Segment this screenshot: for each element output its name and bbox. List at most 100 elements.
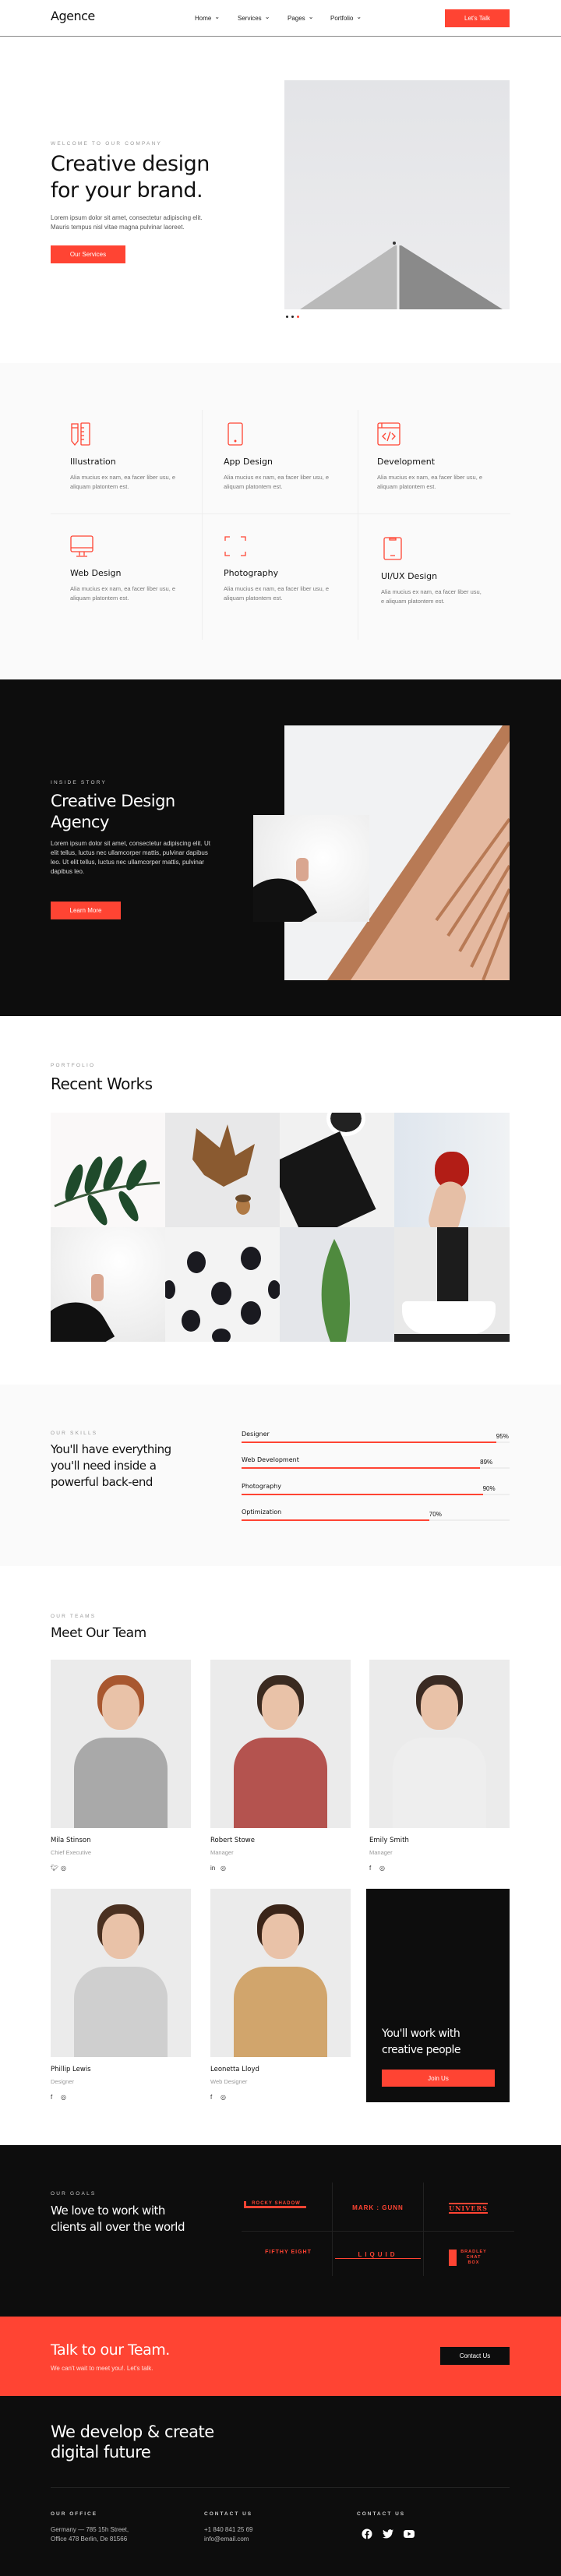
office-label: OUR OFFICE <box>51 2511 98 2517</box>
skill-progress-bar <box>242 1519 510 1521</box>
client-logo-bradley: BRADLEY CHAT BOX <box>449 2250 488 2266</box>
nav-home[interactable]: Home <box>195 15 220 22</box>
contact-info: +1 840 841 25 69 info@email.com <box>204 2525 253 2544</box>
phone-link[interactable]: +1 840 841 25 69 <box>204 2525 253 2535</box>
portfolio-item-autumn-leaf[interactable] <box>165 1113 280 1227</box>
email-link[interactable]: info@email.com <box>204 2535 253 2544</box>
hero-eyebrow: WELCOME TO OUR COMPANY <box>51 141 163 146</box>
portfolio-item-apple[interactable] <box>394 1113 510 1227</box>
skill-percent: 95% <box>496 1433 509 1440</box>
facebook-icon[interactable]: f <box>210 2094 212 2101</box>
footer-title-line1: We develop & create <box>51 2422 214 2441</box>
skills-section: OUR SKILLS You'll have everything you'll… <box>0 1385 561 1566</box>
instagram-icon[interactable]: ◎ <box>221 1865 226 1872</box>
team-member-role: Chief Executive <box>51 1849 92 1856</box>
client-logo-mark-gunn: MARK : GUNN <box>352 2204 404 2211</box>
portfolio-item-blackberries[interactable] <box>165 1227 280 1342</box>
team-member-photo <box>51 1660 191 1828</box>
instagram-icon[interactable]: ◎ <box>61 2094 66 2101</box>
story-image-hand <box>253 815 369 922</box>
lets-talk-button[interactable]: Let's Talk <box>445 9 510 27</box>
portfolio-item-hand-pen[interactable] <box>51 1227 165 1342</box>
skill-percent: 89% <box>480 1459 493 1466</box>
nav-services[interactable]: Services <box>238 15 270 22</box>
skill-progress-fill <box>242 1467 481 1469</box>
nav-pages[interactable]: Pages <box>288 15 313 22</box>
facebook-icon[interactable]: f <box>369 1865 371 1872</box>
team-member-role: Manager <box>369 1849 393 1856</box>
team-member-role: Manager <box>210 1849 234 1856</box>
contact-label: CONTACT US <box>204 2511 253 2517</box>
story-title-line1: Creative Design <box>51 792 175 810</box>
focus-frame-icon <box>224 536 246 556</box>
skills-title: You'll have everything you'll need insid… <box>51 1442 171 1491</box>
service-title: Illustration <box>70 457 116 467</box>
cta-title: Talk to our Team. <box>51 2341 170 2359</box>
our-services-button[interactable]: Our Services <box>51 245 125 263</box>
skill-label: Photography <box>242 1483 281 1490</box>
skill-progress-bar <box>242 1442 510 1443</box>
portfolio-item-green-leaf[interactable] <box>280 1227 394 1342</box>
pencil-ruler-icon <box>71 422 90 446</box>
slider-dot[interactable] <box>286 316 288 318</box>
skill-progress-bar <box>242 1467 510 1469</box>
service-desc: Alia mucius ex nam, ea facer liber usu, … <box>377 474 483 490</box>
linkedin-icon[interactable]: in <box>210 1865 215 1872</box>
instagram-icon[interactable]: ◎ <box>379 1865 385 1872</box>
logo[interactable]: Agence <box>51 9 95 23</box>
skill-progress-fill <box>242 1494 483 1495</box>
join-us-button[interactable]: Join Us <box>382 2070 495 2087</box>
skill-label: Web Development <box>242 1456 299 1463</box>
portfolio-item-notebook[interactable] <box>280 1113 394 1227</box>
facebook-icon[interactable] <box>362 2528 372 2539</box>
team-member-name: Emily Smith <box>369 1837 409 1844</box>
service-title: App Design <box>224 457 273 467</box>
portfolio-item-bathtub[interactable] <box>394 1227 510 1342</box>
nav-portfolio[interactable]: Portfolio <box>330 15 362 22</box>
twitter-icon[interactable] <box>383 2529 393 2539</box>
footer: We develop & create digital future OUR O… <box>0 2396 561 2576</box>
footer-title: We develop & create digital future <box>51 2422 214 2462</box>
portfolio-item-green-leaves[interactable] <box>51 1113 165 1227</box>
slider-dot[interactable] <box>291 316 294 318</box>
service-desc: Alia mucius ex nam, ea facer liber usu, … <box>70 474 176 490</box>
join-title-line2: creative people <box>382 2044 461 2056</box>
service-title: UI/UX Design <box>381 571 438 581</box>
slider-dots <box>286 316 299 318</box>
skills-eyebrow: OUR SKILLS <box>51 1431 98 1436</box>
team-member-role: Web Designer <box>210 2078 248 2085</box>
learn-more-button[interactable]: Learn More <box>51 902 121 919</box>
social-label: CONTACT US <box>357 2511 406 2517</box>
twitter-icon[interactable]: 🐦︎ <box>51 1865 58 1872</box>
clients-title-line2: clients all over the world <box>51 2220 185 2234</box>
cta-subtitle: We can't wait to meet you!. Let's talk. <box>51 2365 153 2372</box>
clients-title-line1: We love to work with <box>51 2204 165 2218</box>
header: Agence Home Services Pages Portfolio Let… <box>0 0 561 37</box>
join-card: You'll work with creative people Join Us <box>366 1889 510 2102</box>
client-logo-rocky-shadow: ROCKY SHADOW <box>244 2201 306 2208</box>
monitor-icon <box>70 535 94 557</box>
service-desc: Alia mucius ex nam, ea facer liber usu, … <box>381 588 482 605</box>
instagram-icon[interactable]: ◎ <box>221 2094 226 2101</box>
slider-dot-active[interactable] <box>297 316 299 318</box>
contact-us-button[interactable]: Contact Us <box>440 2347 510 2365</box>
team-member-name: Phillip Lewis <box>51 2066 91 2073</box>
skill-progress-fill <box>242 1442 496 1443</box>
client-logo-fifthy-eight: FIFTHY EIGHT <box>265 2250 312 2255</box>
skill-label: Designer <box>242 1431 270 1438</box>
smartphone-icon <box>228 422 243 446</box>
join-title: You'll work with creative people <box>382 2026 461 2059</box>
hero-title-line1: Creative design <box>51 152 210 176</box>
team-member-role: Designer <box>51 2078 75 2085</box>
youtube-icon[interactable] <box>404 2529 415 2539</box>
skill-percent: 90% <box>482 1485 496 1492</box>
story-title-line2: Agency <box>51 813 109 831</box>
cta-band: Talk to our Team. We can't wait to meet … <box>0 2317 561 2396</box>
service-desc: Alia mucius ex nam, ea facer liber usu, … <box>224 585 330 602</box>
office-line1: Germany — 785 15h Street, <box>51 2526 129 2533</box>
facebook-icon[interactable]: f <box>51 2094 52 2101</box>
team-title: Meet Our Team <box>51 1625 146 1641</box>
team-member-photo <box>210 1889 351 2057</box>
instagram-icon[interactable]: ◎ <box>61 1865 66 1872</box>
team-member-name: Robert Stowe <box>210 1837 255 1844</box>
